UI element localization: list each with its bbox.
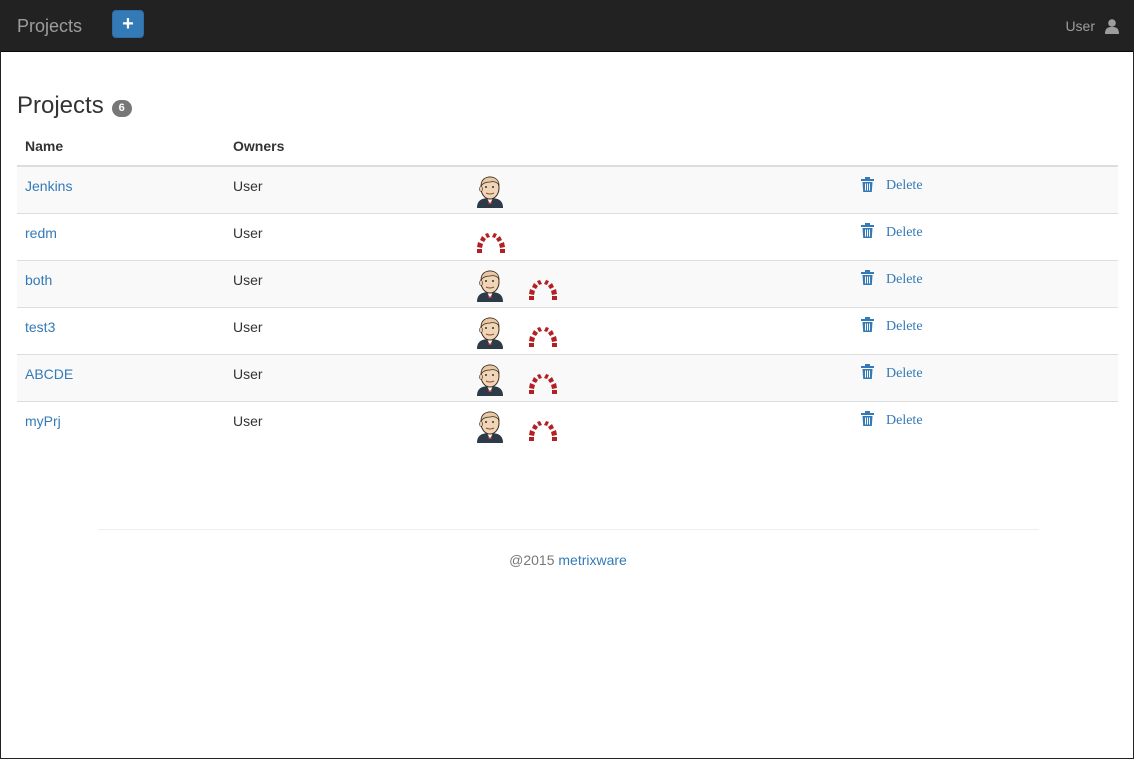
table-row: test3 User Delete — [17, 306, 1118, 354]
delete-label: Delete — [886, 224, 923, 240]
table-header-row: Name Owners — [17, 136, 1118, 167]
project-owner: User — [225, 212, 467, 260]
project-tools — [467, 400, 853, 448]
project-link[interactable]: both — [25, 272, 52, 288]
footer-divider — [98, 529, 1039, 530]
navbar: Projects + User — [1, 1, 1133, 52]
trash-icon — [861, 317, 874, 332]
delete-button[interactable]: Delete — [861, 176, 923, 194]
header-tools — [467, 136, 853, 167]
project-name-cell: myPrj — [17, 400, 225, 448]
table-row: myPrj User Delete — [17, 400, 1118, 448]
delete-button[interactable]: Delete — [861, 223, 923, 241]
project-tools — [467, 353, 853, 401]
project-count-badge: 6 — [111, 99, 132, 117]
project-owner: User — [225, 306, 467, 354]
delete-label: Delete — [886, 412, 923, 428]
project-actions: Delete — [853, 306, 1118, 354]
user-menu[interactable]: User — [1065, 18, 1119, 34]
trash-icon — [861, 223, 874, 238]
delete-label: Delete — [886, 271, 923, 287]
project-link[interactable]: test3 — [25, 319, 55, 335]
project-name-cell: test3 — [17, 306, 225, 354]
trash-icon — [861, 270, 874, 285]
projects-table: Name Owners Jenkins User Delete redm Use… — [17, 136, 1118, 448]
delete-button[interactable]: Delete — [861, 270, 923, 288]
table-row: ABCDE User Delete — [17, 353, 1118, 401]
header-owners: Owners — [225, 136, 467, 167]
project-link[interactable]: Jenkins — [25, 178, 72, 194]
delete-label: Delete — [886, 365, 923, 381]
project-name-cell: redm — [17, 212, 225, 260]
jenkins-icon[interactable] — [475, 364, 505, 396]
project-actions: Delete — [853, 400, 1118, 448]
redmine-icon[interactable] — [527, 317, 557, 349]
delete-label: Delete — [886, 178, 923, 193]
page-title: Projects 6 — [17, 89, 1118, 123]
page-title-text: Projects — [17, 92, 104, 119]
delete-button[interactable]: Delete — [861, 317, 923, 335]
project-link[interactable]: ABCDE — [25, 366, 73, 382]
project-owner: User — [233, 178, 263, 194]
project-owner: User — [225, 353, 467, 401]
delete-button[interactable]: Delete — [861, 411, 923, 429]
project-owner: User — [225, 400, 467, 448]
project-actions: Delete — [853, 353, 1118, 401]
project-link[interactable]: myPrj — [25, 413, 61, 429]
redmine-icon[interactable] — [527, 270, 557, 302]
trash-icon — [861, 176, 874, 192]
trash-icon — [861, 411, 874, 426]
add-project-button[interactable]: + — [112, 10, 144, 38]
project-name-cell: ABCDE — [17, 353, 225, 401]
redmine-icon[interactable] — [527, 411, 557, 443]
header-actions — [853, 136, 1118, 167]
project-tools — [467, 306, 853, 354]
project-actions: Delete — [853, 166, 1118, 213]
jenkins-icon[interactable] — [475, 270, 505, 302]
project-owner: User — [225, 259, 467, 307]
trash-icon — [861, 364, 874, 379]
footer-copyright: @2015 — [509, 552, 555, 568]
footer-link[interactable]: metrixware — [558, 552, 626, 568]
project-link[interactable]: redm — [25, 225, 57, 241]
jenkins-icon[interactable] — [475, 176, 505, 208]
table-row: both User Delete — [17, 259, 1118, 307]
project-name-cell: both — [17, 259, 225, 307]
jenkins-icon[interactable] — [475, 411, 505, 443]
header-name: Name — [17, 136, 225, 167]
navbar-brand[interactable]: Projects — [17, 16, 82, 37]
project-tools — [467, 212, 853, 260]
projects-table-body: Jenkins User Delete redm User Delete bot… — [17, 166, 1118, 448]
project-name-cell: Jenkins — [17, 166, 225, 213]
delete-button[interactable]: Delete — [861, 364, 923, 382]
jenkins-icon[interactable] — [475, 317, 505, 349]
user-label: User — [1065, 18, 1095, 34]
table-row: redm User Delete — [17, 212, 1118, 260]
redmine-icon[interactable] — [527, 364, 557, 396]
project-tools — [467, 259, 853, 307]
project-actions: Delete — [853, 259, 1118, 307]
footer: @2015 metrixware — [1, 552, 1134, 568]
project-actions: Delete — [853, 212, 1118, 260]
project-tools — [467, 166, 853, 213]
delete-label: Delete — [886, 318, 923, 334]
table-row: Jenkins User Delete — [17, 166, 1118, 213]
redmine-icon[interactable] — [475, 223, 505, 255]
main-content: Projects 6 Name Owners Jenkins User Dele… — [17, 89, 1118, 448]
user-icon — [1105, 18, 1119, 34]
